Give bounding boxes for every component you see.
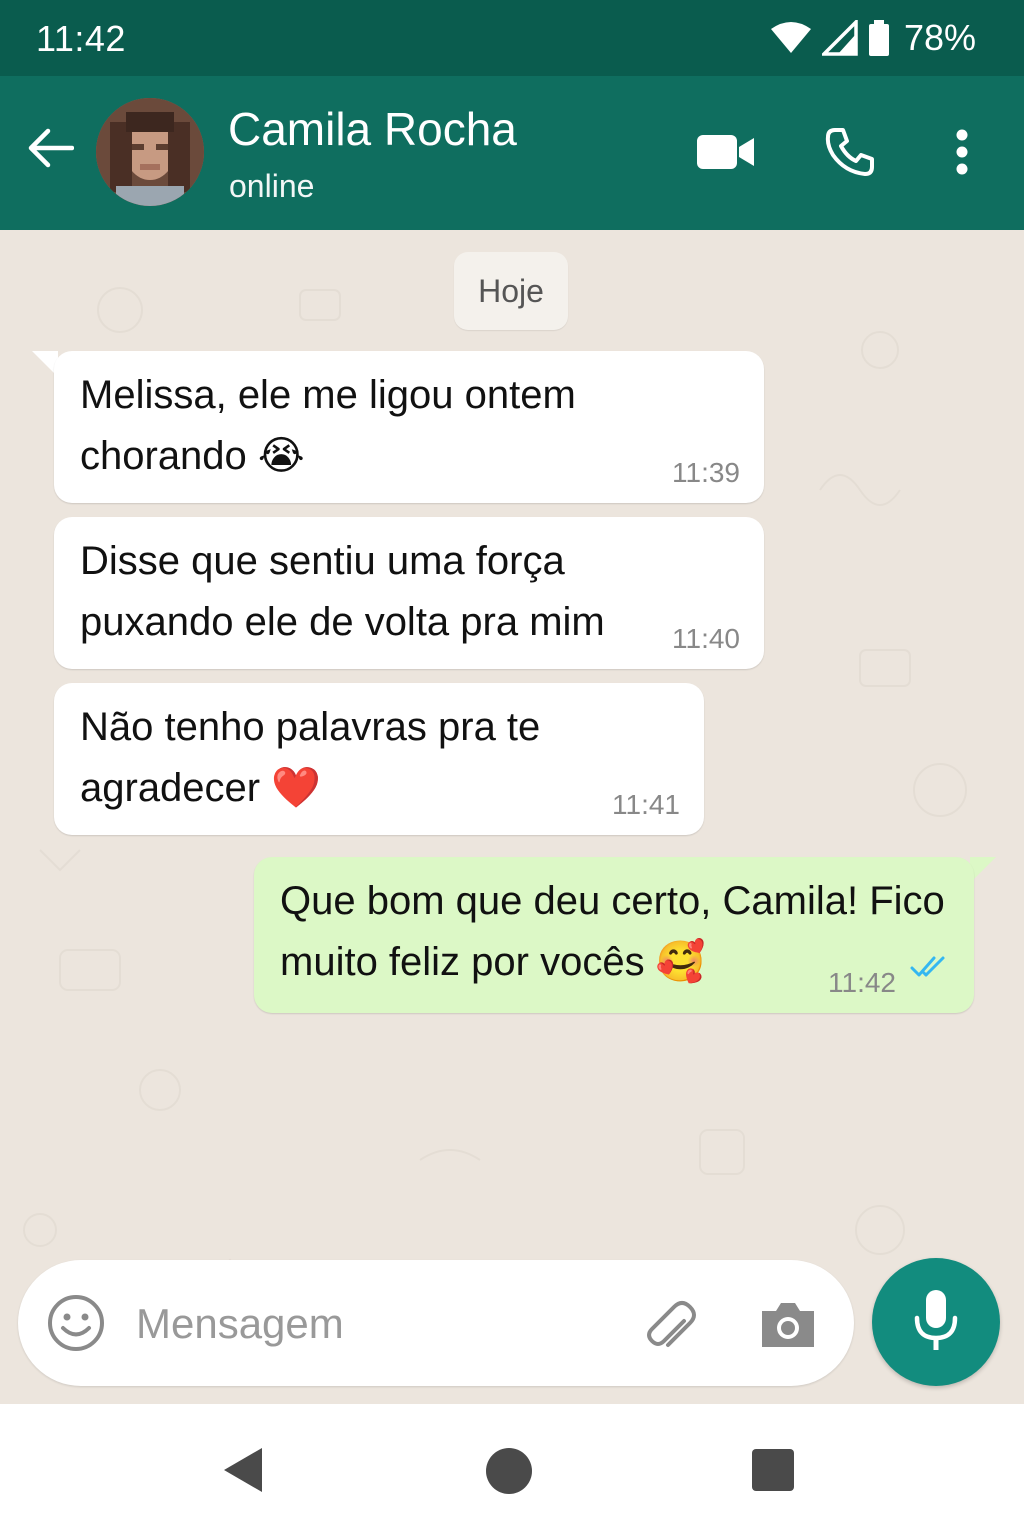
system-navigation-bar [0,1404,1024,1536]
message-time: 11:40 [672,623,740,654]
smiling-face-with-hearts-emoji: 🥰 [655,939,706,985]
message-bubble-incoming[interactable]: Não tenho palavras pra te agradecer ❤️ 1… [54,683,704,835]
date-separator-label: Hoje [478,272,544,309]
back-arrow-icon [26,128,75,173]
microphone-icon [913,1288,959,1357]
contact-status: online [229,168,315,204]
video-call-button[interactable] [694,122,758,186]
message-bubble-outgoing[interactable]: Que bom que deu certo, Camila! Fico muit… [254,857,974,1013]
message-composer [18,1260,854,1386]
voice-message-button[interactable] [872,1258,1000,1386]
attach-button[interactable] [636,1293,700,1357]
battery-icon [868,20,890,56]
loudly-crying-emoji: 😭 [257,433,305,479]
emoji-button[interactable] [46,1293,106,1353]
voice-call-button[interactable] [818,122,882,186]
emoji-icon [46,1295,106,1357]
nav-home-button[interactable] [486,1448,532,1494]
voice-call-icon [825,127,875,182]
chat-area[interactable]: Hoje Melissa, ele me ligou ontem chorand… [0,230,1024,1404]
more-options-button[interactable] [930,122,994,186]
back-button[interactable] [20,120,80,180]
camera-icon [756,1303,820,1361]
date-separator: Hoje [454,252,568,330]
read-receipt-icon [910,936,952,997]
camera-button[interactable] [756,1293,820,1357]
message-bubble-incoming[interactable]: Disse que sentiu uma força puxando ele d… [54,517,764,669]
nav-back-icon [224,1448,262,1492]
nav-recents-button[interactable] [752,1449,794,1491]
status-icons: 78% [770,16,976,60]
nav-back-button[interactable] [220,1444,268,1496]
signal-icon [821,20,858,56]
video-call-icon [697,133,755,176]
message-text: Disse que sentiu uma força puxando ele d… [80,539,605,644]
wifi-icon [770,21,812,55]
more-options-icon [955,129,969,180]
message-bubble-incoming[interactable]: Melissa, ele me ligou ontem chorando 😭 1… [54,351,764,503]
message-time: 11:39 [672,457,740,488]
status-time: 11:42 [36,18,126,59]
contact-name[interactable]: Camila Rocha [228,102,517,156]
message-text: Melissa, ele me ligou ontem chorando 😭 [80,373,576,479]
attach-icon [636,1301,700,1361]
message-input[interactable] [134,1294,618,1354]
message-text: Não tenho palavras pra te agradecer ❤️ [80,705,541,811]
avatar[interactable] [96,98,204,206]
message-time: 11:42 [828,967,896,998]
status-bar: 11:42 78% [0,0,1024,76]
message-time: 11:41 [612,789,680,820]
battery-percentage: 78% [903,17,976,58]
chat-header: Camila Rocha online [0,76,1024,230]
red-heart-emoji: ❤️ [271,765,322,811]
